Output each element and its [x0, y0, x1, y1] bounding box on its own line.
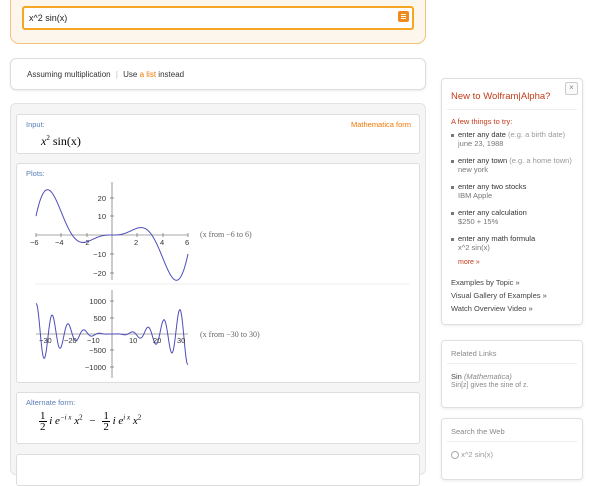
more-link[interactable]: more »: [458, 259, 480, 266]
assumption-separator: |: [115, 70, 118, 79]
alternate-form-pod: Alternate form: 1 2 i e−i x x2 − 1 2 i e…: [16, 392, 420, 444]
plot2-xtick: −30: [39, 336, 52, 345]
plot2-xtick: 30: [177, 336, 185, 345]
plot1-xtick: −4: [55, 238, 64, 247]
tip-item[interactable]: enter any calculation $250 + 15%: [451, 208, 527, 226]
search-web-box: Search the Web x^2 sin(x): [441, 418, 583, 480]
new-user-box: New to Wolfram|Alpha? × A few things to …: [441, 78, 583, 325]
input-expr-rest: sin(x): [49, 134, 81, 148]
related-links-box: Related Links Sin (Mathematica) Sin[z] g…: [441, 340, 583, 408]
plot-small-range: −6 −4 −2 2 4 6 20 10 −10 −20 (x from −6 …: [30, 182, 252, 281]
related-item-description: Sin[z] gives the sine of z.: [451, 382, 529, 389]
plot2-xtick: 10: [129, 336, 137, 345]
related-links-header: Related Links: [451, 349, 497, 358]
alt-term1: i e: [49, 415, 60, 428]
assumption-text: Assuming multiplication: [27, 70, 111, 79]
results-panel: Input: Mathematica form x2 sin(x) Plots:…: [10, 103, 426, 486]
fraction-2: 1 2: [102, 410, 110, 433]
close-button[interactable]: ×: [565, 82, 578, 95]
plots-svg: −6 −4 −2 2 4 6 20 10 −10 −20 (x from −6 …: [30, 182, 409, 378]
tip-item[interactable]: enter any town (e.g. a home town) new yor…: [451, 156, 572, 174]
plot2-range-label: (x from −30 to 30): [200, 330, 260, 339]
next-pod: [16, 454, 420, 486]
overview-video-link[interactable]: Watch Overview Video »: [451, 304, 533, 313]
plot1-ytick: −10: [93, 250, 106, 259]
search-button[interactable]: [398, 11, 409, 22]
plot2-ytick: −1000: [85, 363, 106, 372]
alt-minus: −: [89, 415, 96, 428]
plot2-ytick: 500: [93, 314, 106, 323]
assumption-use: Use: [123, 70, 138, 79]
plot1-xtick: 2: [134, 238, 138, 247]
alt-term2: i e: [112, 415, 124, 428]
related-item[interactable]: Sin (Mathematica): [451, 372, 512, 381]
visual-gallery-link[interactable]: Visual Gallery of Examples »: [451, 291, 547, 300]
plot1-range-label: (x from −6 to 6): [200, 230, 252, 239]
web-search-item[interactable]: x^2 sin(x): [451, 450, 493, 460]
tip-item[interactable]: enter any math formula x^2 sin(x): [451, 234, 535, 252]
search-input[interactable]: [29, 11, 369, 25]
bullet-icon: [451, 211, 454, 215]
input-pod-title: Input:: [26, 120, 45, 129]
bullet-icon: [451, 133, 454, 137]
assumption-bar: Assuming multiplication | Use a list ins…: [10, 58, 426, 90]
related-item-title[interactable]: Sin: [451, 372, 462, 381]
related-item-source: (Mathematica): [463, 372, 512, 381]
input-pod: Input: Mathematica form x2 sin(x): [16, 114, 420, 154]
plot2-ytick: 1000: [89, 297, 106, 306]
plot1-xtick: 6: [185, 238, 189, 247]
plots-pod: Plots: −6 −4 −2 2 4 6 20 10 −10 −20 (x f…: [16, 163, 420, 383]
divider: [447, 363, 577, 364]
examples-by-topic-link[interactable]: Examples by Topic »: [451, 278, 520, 287]
bullet-icon: [451, 159, 454, 163]
alternate-expression: 1 2 i e−i x x2 − 1 2 i ei x x2: [39, 410, 142, 433]
tip-item[interactable]: enter any two stocks IBM Apple: [451, 182, 526, 200]
input-expression: x2 sin(x): [41, 134, 81, 149]
search-box[interactable]: [22, 6, 414, 30]
assumption-suffix: instead: [158, 70, 185, 79]
plot2-xtick: −20: [64, 336, 77, 345]
search-icon: [451, 451, 459, 460]
divider: [447, 441, 577, 442]
bullet-icon: [451, 185, 454, 189]
fraction-1: 1 2: [39, 410, 47, 433]
try-heading: A few things to try:: [451, 117, 513, 126]
assumption-list-link[interactable]: a list: [140, 70, 156, 79]
plot-large-range: −30 −20 −10 10 20 30 1000 500 −500 −1000…: [35, 290, 260, 378]
divider: [447, 109, 577, 110]
plot1-ytick: 20: [98, 194, 106, 203]
plot2-ytick: −500: [89, 346, 106, 355]
tip-item[interactable]: enter any date (e.g. a birth date) june 2…: [451, 130, 565, 148]
plot1-xtick: −6: [30, 238, 39, 247]
plot2-xtick: −10: [87, 336, 100, 345]
alternate-form-title: Alternate form:: [26, 398, 76, 407]
search-web-header: Search the Web: [451, 427, 505, 436]
web-search-query[interactable]: x^2 sin(x): [461, 450, 493, 459]
bullet-icon: [451, 237, 454, 241]
new-user-title: New to Wolfram|Alpha?: [451, 91, 551, 102]
plot1-xtick: 4: [160, 238, 164, 247]
plot1-ytick: 10: [98, 212, 106, 221]
mathematica-form-link[interactable]: Mathematica form: [351, 120, 411, 129]
plot1-ytick: −20: [93, 269, 106, 278]
plot2-xtick: 20: [153, 336, 161, 345]
